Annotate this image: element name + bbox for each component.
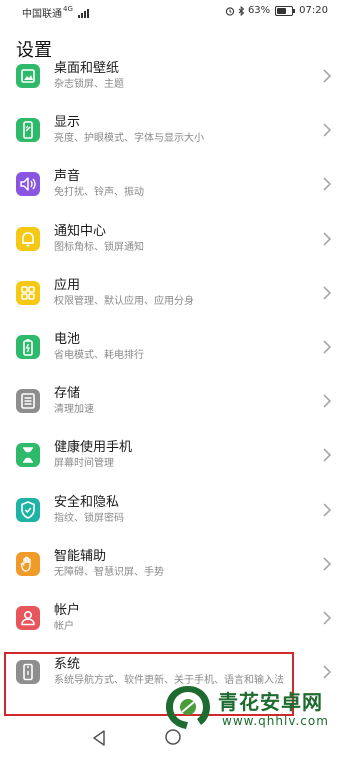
settings-item[interactable]: 帐户 帐户 (0, 593, 350, 647)
carrier-name: 中国联通 (22, 9, 62, 20)
chevron-right-icon (323, 177, 332, 191)
item-subtitle: 帐户 (54, 621, 74, 632)
settings-item[interactable]: 存储 清理加速 (0, 376, 350, 430)
alarm-icon (225, 6, 235, 16)
settings-list[interactable]: 桌面和壁纸杂志锁屏、主题显示亮度、护眼模式、字体与显示大小声音免打扰、铃声、振动… (0, 58, 350, 706)
item-title: 系统 (54, 657, 81, 673)
signal-icon (78, 9, 90, 18)
display-icon (16, 118, 40, 143)
item-subtitle: 权限管理、默认应用、应用分身 (54, 295, 194, 307)
chevron-right-icon (323, 232, 332, 246)
settings-item[interactable]: 通知中心图标角标、锁屏通知 (0, 214, 350, 268)
clock: 07:20 (299, 5, 328, 16)
item-title: 应用 (54, 277, 81, 293)
settings-item[interactable]: 应用权限管理、默认应用、应用分身 (0, 268, 350, 322)
phone-icon (16, 660, 40, 685)
status-bar: 中国联通4G 63% 07:20 (0, 0, 350, 24)
item-title: 电池 (54, 332, 81, 347)
chevron-right-icon (323, 123, 332, 137)
settings-item[interactable]: 声音免打扰、铃声、振动 (0, 159, 350, 213)
item-subtitle: 无障碍、智慧识屏、手势 (54, 566, 164, 578)
item-title: 存储 (54, 386, 81, 402)
chevron-right-icon (323, 69, 332, 83)
item-subtitle: 指纹、锁屏密码 (54, 512, 124, 524)
chevron-right-icon (323, 611, 332, 625)
apps-grid-icon (16, 280, 40, 305)
back-icon[interactable] (90, 728, 108, 748)
item-title: 通知中心 (54, 223, 107, 239)
settings-item[interactable]: 桌面和壁纸杂志锁屏、主题 (0, 58, 350, 105)
settings-item[interactable]: 健康使用手机屏幕时间管理 (0, 430, 350, 484)
battery-icon (16, 335, 40, 359)
item-subtitle: 免打扰、铃声、振动 (54, 187, 144, 199)
item-title: 健康使用手机 (54, 440, 133, 456)
item-title: 显示 (54, 115, 81, 131)
watermark-text: 青花安卓网 (218, 690, 323, 714)
shield-icon (16, 497, 40, 522)
settings-item[interactable]: 智能辅助无障碍、智慧识屏、手势 (0, 539, 350, 593)
storage-icon (16, 389, 40, 414)
item-title: 桌面和壁纸 (54, 61, 120, 76)
home-icon[interactable] (164, 728, 182, 746)
item-subtitle: 清理加速 (54, 404, 94, 416)
item-title: 帐户 (54, 603, 81, 618)
bell-icon (16, 226, 40, 251)
chevron-right-icon (323, 665, 332, 679)
item-subtitle: 屏幕时间管理 (54, 458, 114, 470)
sound-icon (16, 172, 40, 197)
bluetooth-icon (238, 5, 245, 16)
item-subtitle: 省电模式、耗电排行 (54, 350, 144, 361)
item-title: 安全和隐私 (54, 494, 120, 510)
item-subtitle: 图标角标、锁屏通知 (54, 241, 144, 253)
settings-item[interactable]: 显示亮度、护眼模式、字体与显示大小 (0, 105, 350, 159)
battery-percent: 63% (247, 5, 271, 16)
carrier-info: 中国联通4G (22, 5, 90, 20)
item-title: 智能辅助 (54, 548, 107, 564)
network-type: 4G (63, 5, 73, 13)
battery-level-fill (277, 7, 287, 14)
item-subtitle: 杂志锁屏、主题 (54, 79, 124, 90)
item-subtitle: 亮度、护眼模式、字体与显示大小 (54, 133, 204, 145)
item-title: 声音 (54, 169, 81, 185)
chevron-right-icon (323, 394, 332, 408)
wallpaper-icon (16, 64, 40, 88)
chevron-right-icon (323, 557, 332, 571)
user-icon (16, 606, 40, 630)
hourglass-icon (16, 443, 40, 468)
chevron-right-icon (323, 448, 332, 462)
settings-item[interactable]: 安全和隐私指纹、锁屏密码 (0, 485, 350, 539)
status-indicators: 63% 07:20 (225, 5, 328, 16)
chevron-right-icon (323, 340, 332, 354)
chevron-right-icon (323, 286, 332, 300)
hand-icon (16, 551, 40, 576)
settings-item[interactable]: 电池省电模式、耗电排行 (0, 322, 350, 376)
chevron-right-icon (323, 503, 332, 517)
battery-icon (275, 5, 296, 16)
navigation-bar (0, 718, 350, 758)
